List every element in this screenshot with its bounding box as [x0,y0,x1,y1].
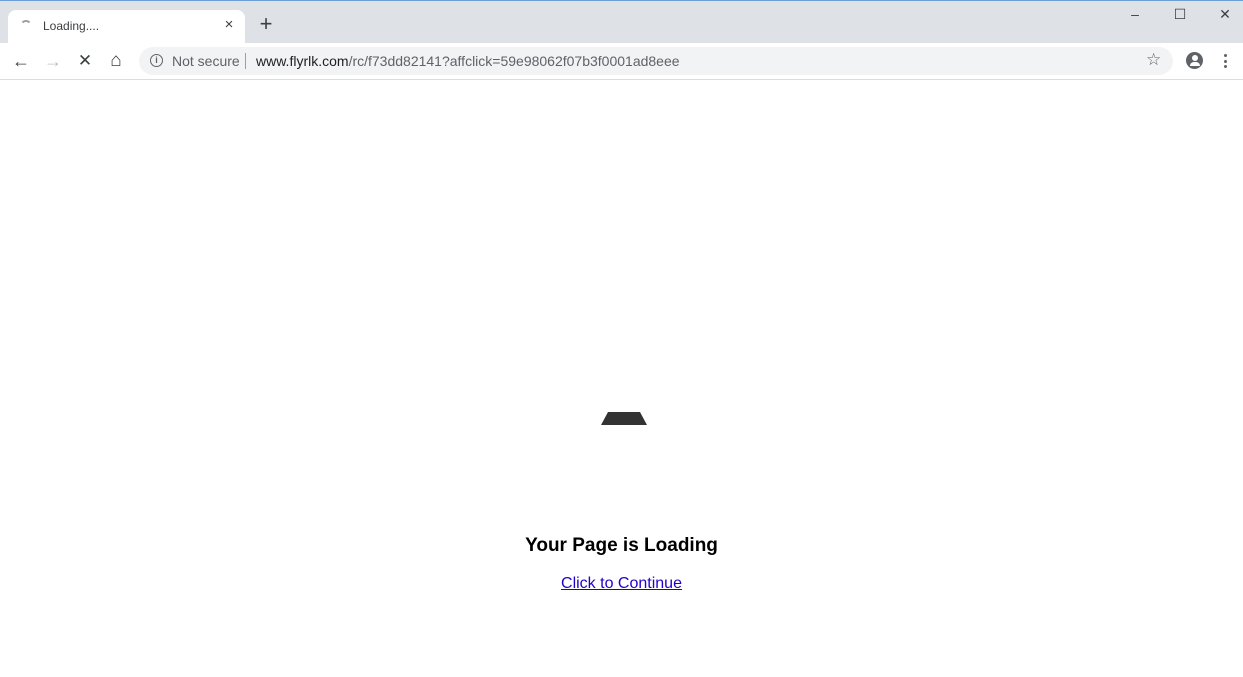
minimize-button[interactable]: – [1120,6,1150,28]
browser-toolbar: ← → ✕ ⌂ i Not secure www.flyrlk.com/rc/f… [0,43,1243,80]
tab-title: Loading.... [43,19,100,33]
url-text[interactable]: www.flyrlk.com/rc/f73dd82141?affclick=59… [256,53,680,69]
loading-animation-icon [601,412,647,425]
forward-button[interactable]: → [41,49,65,73]
address-bar[interactable]: i Not secure www.flyrlk.com/rc/f73dd8214… [139,47,1173,75]
continue-link[interactable]: Click to Continue [561,575,682,592]
loading-spinner-icon [20,20,32,32]
stop-button[interactable]: ✕ [73,49,97,73]
bookmark-star-icon[interactable]: ☆ [1146,50,1161,70]
new-tab-button[interactable]: + [256,13,276,35]
browser-titlebar: Loading.... × + – ☐ ✕ [0,0,1243,44]
tab-close-icon[interactable]: × [221,16,237,33]
url-host: www.flyrlk.com [256,53,349,69]
omnibox-separator [245,53,246,69]
loading-heading: Your Page is Loading [525,535,718,556]
browser-menu-icon[interactable] [1222,51,1230,71]
page-content: Your Page is Loading Click to Continue [0,80,1243,677]
back-button[interactable]: ← [9,49,33,73]
browser-tab[interactable]: Loading.... × [8,10,245,44]
security-label[interactable]: Not secure [172,53,240,69]
maximize-button[interactable]: ☐ [1165,6,1195,28]
url-path: /rc/f73dd82141?affclick=59e98062f07b3f00… [348,53,680,69]
close-window-button[interactable]: ✕ [1210,6,1240,28]
home-button[interactable]: ⌂ [104,49,128,73]
info-icon[interactable]: i [150,54,163,67]
profile-avatar-icon[interactable] [1186,52,1203,69]
